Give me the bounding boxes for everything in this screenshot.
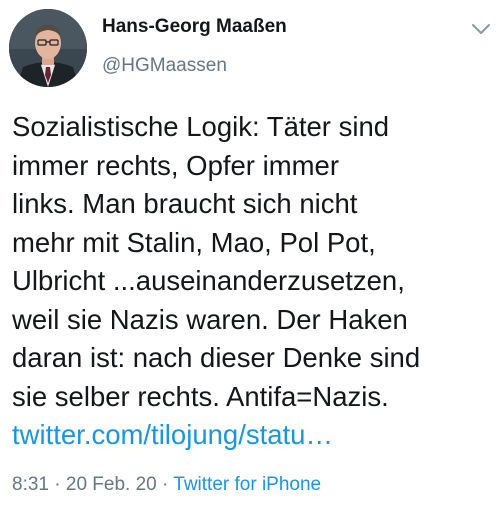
- tweet-text: Sozialistische Logik: Täter sind immer r…: [12, 108, 494, 455]
- tweet-meta: 8:31 · 20 Feb. 20 · Twitter for iPhone: [12, 474, 321, 496]
- author-handle[interactable]: @HGMaassen: [102, 55, 227, 77]
- author-name[interactable]: Hans-Georg Maaßen: [102, 16, 287, 38]
- chevron-down-icon[interactable]: [470, 22, 492, 36]
- avatar[interactable]: [9, 9, 87, 87]
- separator: ·: [48, 474, 66, 495]
- separator: ·: [156, 474, 174, 495]
- tweet-date[interactable]: 20 Feb. 20: [66, 474, 157, 495]
- tweet-line: links. Man braucht sich nicht: [12, 188, 358, 219]
- tweet-line: weil sie Nazis waren. Der Haken: [12, 303, 408, 335]
- tweet-source[interactable]: Twitter for iPhone: [173, 474, 321, 495]
- tweet-card: Hans-Georg Maaßen @HGMaassen Sozialistis…: [0, 0, 500, 505]
- tweet-time[interactable]: 8:31: [12, 474, 49, 495]
- tweet-line: Ulbricht ...auseinanderzusetzen,: [12, 265, 405, 296]
- tweet-line: mehr mit Stalin, Mao, Pol Pot,: [12, 226, 376, 258]
- tweet-line: Sozialistische Logik: Täter sind: [12, 111, 390, 142]
- tweet-line: immer rechts, Opfer immer: [12, 149, 339, 181]
- tweet-line: sie selber rechts. Antifa=Nazis.: [12, 380, 389, 412]
- avatar-photo: [9, 9, 87, 87]
- tweet-link[interactable]: twitter.com/tilojung/statu…: [12, 416, 494, 455]
- tweet-line: daran ist: nach dieser Denke sind: [12, 342, 421, 373]
